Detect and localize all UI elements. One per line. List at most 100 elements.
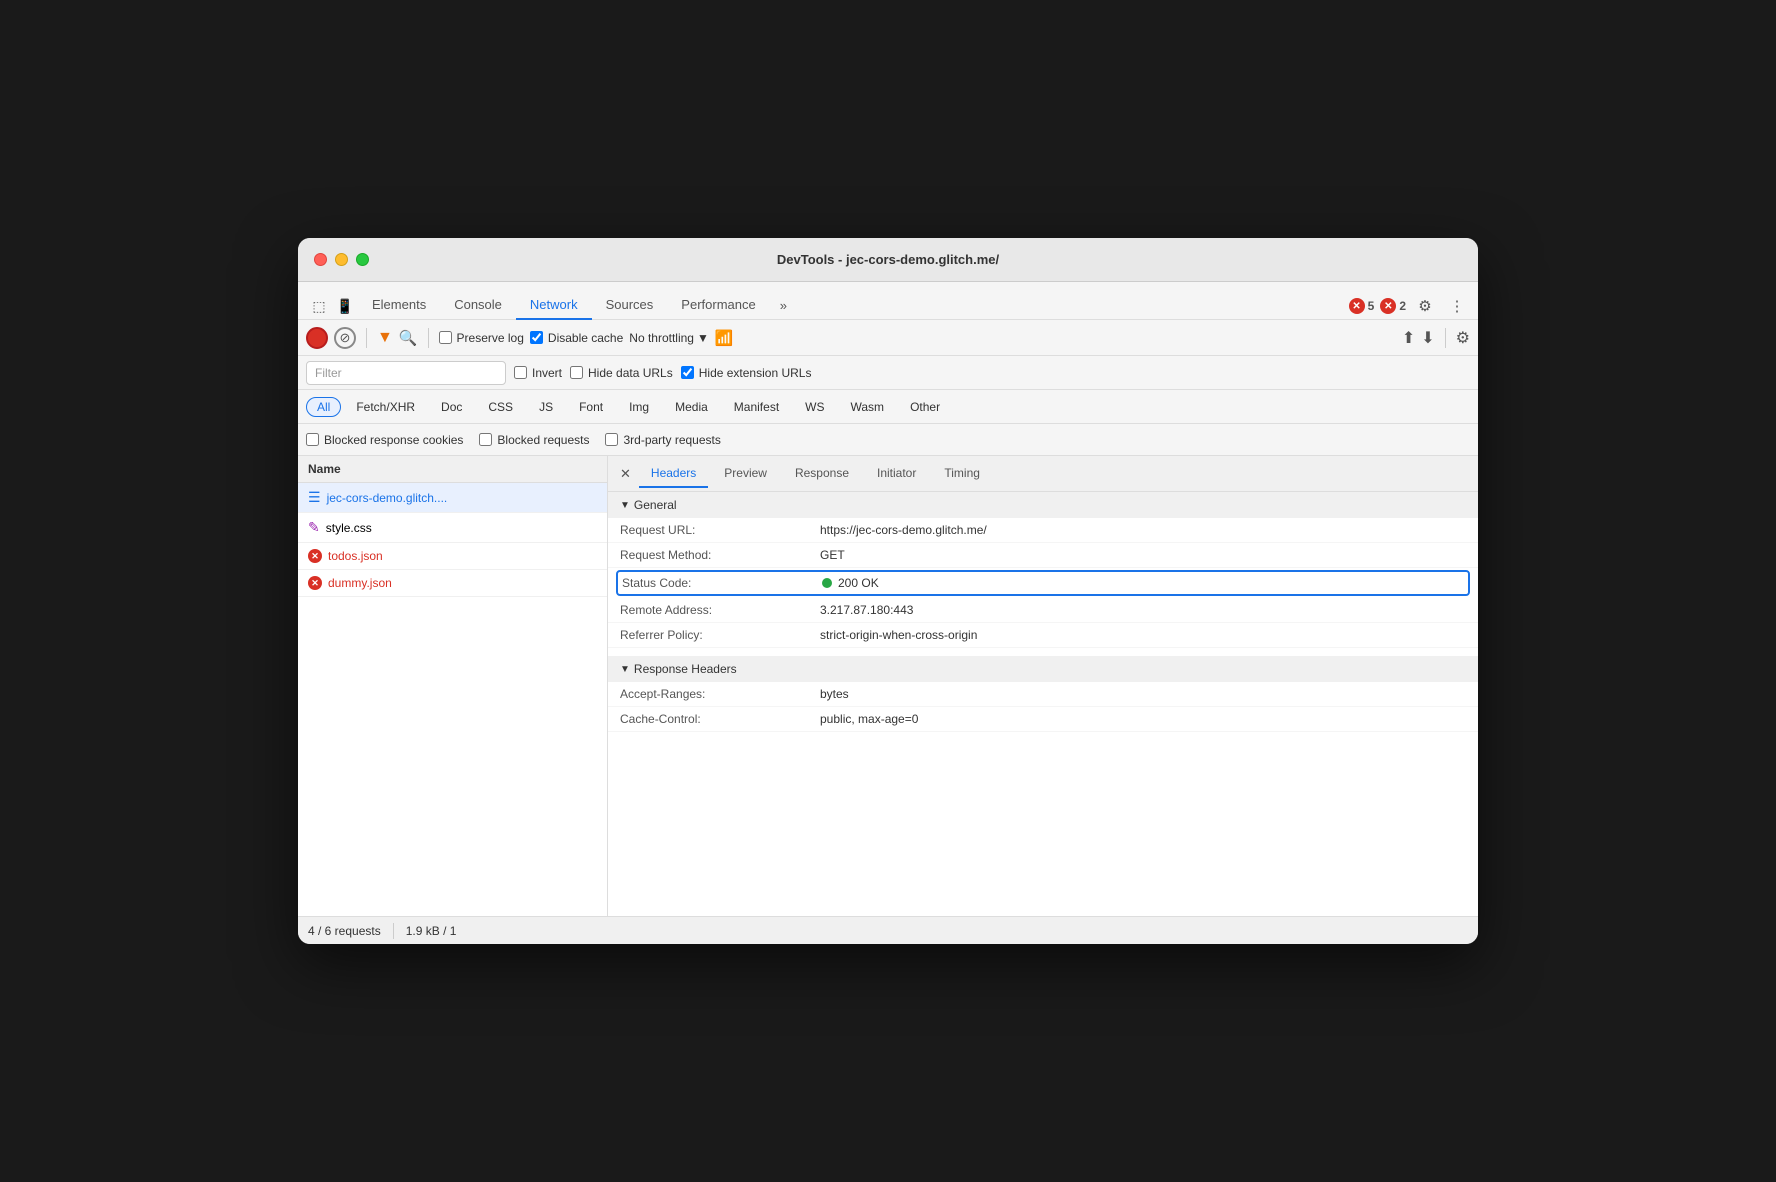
hide-ext-urls-checkbox[interactable] <box>681 366 694 379</box>
css-icon: ✎ <box>308 519 320 536</box>
disable-cache-checkbox[interactable] <box>530 331 543 344</box>
detail-tab-preview[interactable]: Preview <box>712 460 779 488</box>
request-method-label: Request Method: <box>620 548 820 562</box>
main-tab-bar: ⬚ 📱 Elements Console Network Sources Per… <box>298 282 1478 320</box>
export-har-icon[interactable]: ⬆ <box>1402 328 1415 348</box>
record-button[interactable] <box>306 327 328 349</box>
detail-tab-timing[interactable]: Timing <box>932 460 992 488</box>
preserve-log-label[interactable]: Preserve log <box>439 331 524 345</box>
invert-text: Invert <box>532 366 562 380</box>
blocked-cookies-checkbox[interactable] <box>306 433 319 446</box>
detail-tab-response[interactable]: Response <box>783 460 861 488</box>
type-btn-font[interactable]: Font <box>568 397 614 417</box>
detail-tab-headers[interactable]: Headers <box>639 460 708 488</box>
network-settings-icon[interactable]: ⚙ <box>1456 328 1470 348</box>
file-item-main[interactable]: ☰ jec-cors-demo.glitch.... <box>298 483 607 513</box>
type-btn-ws[interactable]: WS <box>794 397 835 417</box>
import-har-icon[interactable]: ⬇ <box>1421 328 1434 348</box>
requests-count: 4 / 6 requests <box>308 924 381 938</box>
minimize-button[interactable] <box>335 253 348 266</box>
blocked-requests-checkbox[interactable] <box>479 433 492 446</box>
toolbar-divider-1 <box>366 328 367 348</box>
file-item-css[interactable]: ✎ style.css <box>298 513 607 543</box>
cache-control-value: public, max-age=0 <box>820 712 918 726</box>
blocked-cookies-label[interactable]: Blocked response cookies <box>306 433 463 447</box>
filter-input[interactable] <box>306 361 506 385</box>
status-code-label: Status Code: <box>622 576 822 590</box>
preserve-log-checkbox[interactable] <box>439 331 452 344</box>
toolbar-divider-2 <box>428 328 429 348</box>
blocked-requests-label[interactable]: Blocked requests <box>479 433 589 447</box>
file-item-todos[interactable]: ✕ todos.json <box>298 543 607 570</box>
type-btn-media[interactable]: Media <box>664 397 719 417</box>
type-btn-css[interactable]: CSS <box>477 397 524 417</box>
tab-sources[interactable]: Sources <box>592 291 668 320</box>
file-name-todos: todos.json <box>328 549 383 563</box>
disable-cache-label[interactable]: Disable cache <box>530 331 623 345</box>
close-button[interactable] <box>314 253 327 266</box>
tab-console[interactable]: Console <box>440 291 516 320</box>
hide-ext-urls-label[interactable]: Hide extension URLs <box>681 366 812 380</box>
accept-ranges-label: Accept-Ranges: <box>620 687 820 701</box>
disable-cache-text: Disable cache <box>548 331 623 345</box>
devtools-window: DevTools - jec-cors-demo.glitch.me/ ⬚ 📱 … <box>298 238 1478 944</box>
preserve-log-text: Preserve log <box>457 331 524 345</box>
error-count-2: 2 <box>1399 299 1406 313</box>
referrer-policy-row: Referrer Policy: strict-origin-when-cros… <box>608 623 1478 648</box>
tab-performance[interactable]: Performance <box>667 291 769 320</box>
hide-data-urls-label[interactable]: Hide data URLs <box>570 366 673 380</box>
blocked-cookies-text: Blocked response cookies <box>324 433 463 447</box>
referrer-policy-value: strict-origin-when-cross-origin <box>820 628 977 642</box>
settings-gear-icon[interactable]: ⚙ <box>1412 293 1438 319</box>
cookie-filter-row: Blocked response cookies Blocked request… <box>298 424 1478 456</box>
error-icon-dummy: ✕ <box>308 576 322 590</box>
tab-more[interactable]: » <box>770 292 797 319</box>
file-item-dummy[interactable]: ✕ dummy.json <box>298 570 607 597</box>
type-btn-all[interactable]: All <box>306 397 341 417</box>
transfer-size: 1.9 kB / 1 <box>406 924 457 938</box>
response-headers-section-header: ▼ Response Headers <box>608 656 1478 682</box>
wifi-icon: 📶 <box>715 329 734 347</box>
file-list-header: Name <box>298 456 607 483</box>
filter-icon[interactable]: ▼ <box>377 329 393 347</box>
third-party-label[interactable]: 3rd-party requests <box>605 433 720 447</box>
clear-button[interactable]: ⊘ <box>334 327 356 349</box>
close-detail-button[interactable]: ✕ <box>616 462 635 486</box>
tab-right-section: ✕ 5 ✕ 2 ⚙ ⋮ <box>1349 293 1470 319</box>
status-code-value: 200 OK <box>822 576 879 590</box>
type-btn-doc[interactable]: Doc <box>430 397 473 417</box>
file-list: Name ☰ jec-cors-demo.glitch.... ✎ style.… <box>298 456 608 916</box>
type-btn-img[interactable]: Img <box>618 397 660 417</box>
invert-label[interactable]: Invert <box>514 366 562 380</box>
status-code-row: Status Code: 200 OK <box>616 570 1470 596</box>
referrer-policy-label: Referrer Policy: <box>620 628 820 642</box>
type-btn-fetch-xhr[interactable]: Fetch/XHR <box>345 397 426 417</box>
general-title: General <box>634 498 677 512</box>
file-name-main: jec-cors-demo.glitch.... <box>327 491 448 505</box>
detail-tab-initiator[interactable]: Initiator <box>865 460 928 488</box>
filter-bar: Invert Hide data URLs Hide extension URL… <box>298 356 1478 390</box>
tab-elements[interactable]: Elements <box>358 291 440 320</box>
error-icon-2: ✕ <box>1380 298 1396 314</box>
type-filter-bar: All Fetch/XHR Doc CSS JS Font Img Media … <box>298 390 1478 424</box>
remote-address-row: Remote Address: 3.217.87.180:443 <box>608 598 1478 623</box>
type-btn-wasm[interactable]: Wasm <box>840 397 896 417</box>
type-btn-js[interactable]: JS <box>528 397 564 417</box>
file-name-css: style.css <box>326 521 372 535</box>
device-toolbar-icon[interactable]: 📱 <box>332 293 358 319</box>
error-icon-todos: ✕ <box>308 549 322 563</box>
maximize-button[interactable] <box>356 253 369 266</box>
inspect-element-icon[interactable]: ⬚ <box>306 293 332 319</box>
search-icon[interactable]: 🔍 <box>399 329 418 347</box>
remote-address-label: Remote Address: <box>620 603 820 617</box>
type-btn-manifest[interactable]: Manifest <box>723 397 790 417</box>
status-dot <box>822 578 832 588</box>
third-party-text: 3rd-party requests <box>623 433 720 447</box>
third-party-checkbox[interactable] <box>605 433 618 446</box>
throttling-selector[interactable]: No throttling ▼ <box>629 331 709 345</box>
more-options-icon[interactable]: ⋮ <box>1444 293 1470 319</box>
hide-data-urls-checkbox[interactable] <box>570 366 583 379</box>
tab-network[interactable]: Network <box>516 291 592 320</box>
type-btn-other[interactable]: Other <box>899 397 951 417</box>
invert-checkbox[interactable] <box>514 366 527 379</box>
